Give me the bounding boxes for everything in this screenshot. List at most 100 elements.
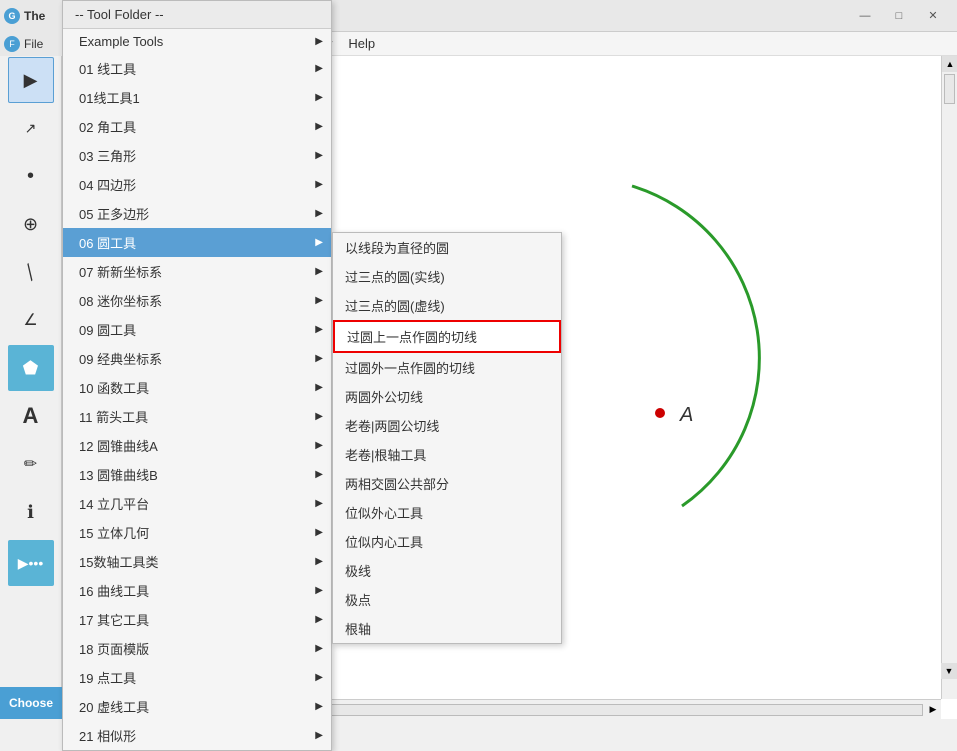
item-10-arrow: ▶ bbox=[315, 382, 323, 393]
menu-item-20[interactable]: 20 虚线工具 ▶ bbox=[63, 692, 331, 721]
submenu-label-10: 位似内心工具 bbox=[345, 532, 423, 551]
menu-item-07[interactable]: 07 新新坐标系 ▶ bbox=[63, 257, 331, 286]
item-15-arrow: ▶ bbox=[315, 527, 323, 538]
submenu-item-10[interactable]: 位似内心工具 bbox=[333, 527, 561, 556]
menu-item-03[interactable]: 03 三角形 ▶ bbox=[63, 141, 331, 170]
menu-item-05[interactable]: 05 正多边形 ▶ bbox=[63, 199, 331, 228]
menu-item-14[interactable]: 14 立几平台 ▶ bbox=[63, 489, 331, 518]
maximize-button[interactable]: □ bbox=[883, 6, 915, 26]
item-19-arrow: ▶ bbox=[315, 672, 323, 683]
text-tool-button[interactable]: A bbox=[8, 393, 54, 439]
menu-item-02[interactable]: 02 角工具 ▶ bbox=[63, 112, 331, 141]
submenu-label-13: 根轴 bbox=[345, 619, 371, 638]
submenu-item-12[interactable]: 极点 bbox=[333, 585, 561, 614]
animate-tool-button[interactable]: ▶••• bbox=[8, 540, 54, 586]
submenu-item-9[interactable]: 位似外心工具 bbox=[333, 498, 561, 527]
item-10-label: 10 函数工具 bbox=[79, 378, 149, 397]
item-17-label: 17 其它工具 bbox=[79, 610, 149, 629]
item-21-label: 21 相似形 bbox=[79, 726, 136, 745]
submenu-item-0[interactable]: 以线段为直径的圆 bbox=[333, 233, 561, 262]
menu-item-01[interactable]: 01 线工具 ▶ bbox=[63, 54, 331, 83]
menu-item-15a[interactable]: 15数轴工具类 ▶ bbox=[63, 547, 331, 576]
submenu-label-2: 过三点的圆(虚线) bbox=[345, 296, 445, 315]
submenu-item-1[interactable]: 过三点的圆(实线) bbox=[333, 262, 561, 291]
item-07-arrow: ▶ bbox=[315, 266, 323, 277]
menu-item-01a[interactable]: 01线工具1 ▶ bbox=[63, 83, 331, 112]
menu-item-17[interactable]: 17 其它工具 ▶ bbox=[63, 605, 331, 634]
right-scrollbar[interactable]: ▲ ▼ bbox=[941, 56, 957, 699]
menu-item-15[interactable]: 15 立体几何 ▶ bbox=[63, 518, 331, 547]
item-07-label: 07 新新坐标系 bbox=[79, 262, 162, 281]
menu-item-04[interactable]: 04 四边形 ▶ bbox=[63, 170, 331, 199]
scroll-down-arrow[interactable]: ▼ bbox=[941, 663, 957, 679]
submenu-label-5: 两圆外公切线 bbox=[345, 387, 423, 406]
item-11-arrow: ▶ bbox=[315, 411, 323, 422]
line-tool-button[interactable]: ∕ bbox=[8, 249, 54, 295]
left-toolbar: ▶ ↗ • ⊕ ∕ ∠ ⬟ A ✏ ℹ ▶••• bbox=[0, 0, 62, 719]
menu-item-06[interactable]: 06 圆工具 ▶ bbox=[63, 228, 331, 257]
submenu-item-5[interactable]: 两圆外公切线 bbox=[333, 382, 561, 411]
item-02-label: 02 角工具 bbox=[79, 117, 136, 136]
pencil-tool-button[interactable]: ✏ bbox=[8, 441, 54, 487]
menu-item-09a[interactable]: 09 圆工具 ▶ bbox=[63, 315, 331, 344]
item-15a-arrow: ▶ bbox=[315, 556, 323, 567]
item-01-label: 01 线工具 bbox=[79, 59, 136, 78]
select-tool-button[interactable]: ▶ bbox=[8, 57, 54, 103]
menu-example-tools[interactable]: Example Tools ▶ bbox=[63, 29, 331, 54]
menu-item-16[interactable]: 16 曲线工具 ▶ bbox=[63, 576, 331, 605]
item-20-arrow: ▶ bbox=[315, 701, 323, 712]
compass-tool-button[interactable]: ⊕ bbox=[8, 201, 54, 247]
polygon-tool-button[interactable]: ⬟ bbox=[8, 345, 54, 391]
point-tool-button[interactable]: • bbox=[8, 153, 54, 199]
item-08-label: 08 迷你坐标系 bbox=[79, 291, 162, 310]
angle-tool-button[interactable]: ∠ bbox=[8, 297, 54, 343]
submenu-label-11: 极线 bbox=[345, 561, 371, 580]
menu-item-09b[interactable]: 09 经典坐标系 ▶ bbox=[63, 344, 331, 373]
submenu-item-8[interactable]: 两相交圆公共部分 bbox=[333, 469, 561, 498]
submenu-label-6: 老卷|两圆公切线 bbox=[345, 416, 439, 435]
minimize-button[interactable]: — bbox=[849, 6, 881, 26]
menu-item-11[interactable]: 11 箭头工具 ▶ bbox=[63, 402, 331, 431]
status-text: Choose bbox=[9, 696, 53, 710]
item-15-label: 15 立体几何 bbox=[79, 523, 149, 542]
submenu-label-7: 老卷|根轴工具 bbox=[345, 445, 426, 464]
point-a bbox=[655, 408, 665, 418]
line-icon: ∕ bbox=[20, 262, 41, 283]
submenu-item-11[interactable]: 极线 bbox=[333, 556, 561, 585]
submenu-item-3[interactable]: 过圆上一点作圆的切线 bbox=[333, 320, 561, 353]
info-tool-button[interactable]: ℹ bbox=[8, 489, 54, 535]
item-01a-arrow: ▶ bbox=[315, 92, 323, 103]
scroll-up-arrow[interactable]: ▲ bbox=[942, 56, 957, 72]
menu-item-08[interactable]: 08 迷你坐标系 ▶ bbox=[63, 286, 331, 315]
menu-item-13[interactable]: 13 圆锥曲线B ▶ bbox=[63, 460, 331, 489]
app-title: G The bbox=[0, 0, 62, 32]
item-15a-label: 15数轴工具类 bbox=[79, 552, 158, 571]
menu-item-19[interactable]: 19 点工具 ▶ bbox=[63, 663, 331, 692]
item-14-arrow: ▶ bbox=[315, 498, 323, 509]
submenu-label-1: 过三点的圆(实线) bbox=[345, 267, 445, 286]
submenu-item-7[interactable]: 老卷|根轴工具 bbox=[333, 440, 561, 469]
item-09a-arrow: ▶ bbox=[315, 324, 323, 335]
item-04-label: 04 四边形 bbox=[79, 175, 136, 194]
submenu-item-6[interactable]: 老卷|两圆公切线 bbox=[333, 411, 561, 440]
scroll-thumb[interactable] bbox=[944, 74, 955, 104]
item-04-arrow: ▶ bbox=[315, 179, 323, 190]
item-21-arrow: ▶ bbox=[315, 730, 323, 741]
submenu-item-13[interactable]: 根轴 bbox=[333, 614, 561, 643]
item-06-arrow: ▶ bbox=[315, 237, 323, 248]
submenu-label-4: 过圆外一点作圆的切线 bbox=[345, 358, 475, 377]
menu-item-12[interactable]: 12 圆锥曲线A ▶ bbox=[63, 431, 331, 460]
polygon-icon: ⬟ bbox=[23, 358, 39, 379]
submenu-label-3: 过圆上一点作圆的切线 bbox=[347, 327, 477, 346]
arrow-tool-button[interactable]: ↗ bbox=[8, 105, 54, 151]
submenu-label-9: 位似外心工具 bbox=[345, 503, 423, 522]
menu-item-10[interactable]: 10 函数工具 ▶ bbox=[63, 373, 331, 402]
scroll-right-arrow[interactable]: ▶ bbox=[925, 702, 941, 718]
close-button[interactable]: ✕ bbox=[917, 6, 949, 26]
submenu-item-4[interactable]: 过圆外一点作圆的切线 bbox=[333, 353, 561, 382]
menu-item-21[interactable]: 21 相似形 ▶ bbox=[63, 721, 331, 750]
item-05-label: 05 正多边形 bbox=[79, 204, 149, 223]
menu-item-18[interactable]: 18 页面模版 ▶ bbox=[63, 634, 331, 663]
menu-item-help[interactable]: Help bbox=[340, 34, 383, 53]
submenu-item-2[interactable]: 过三点的圆(虚线) bbox=[333, 291, 561, 320]
